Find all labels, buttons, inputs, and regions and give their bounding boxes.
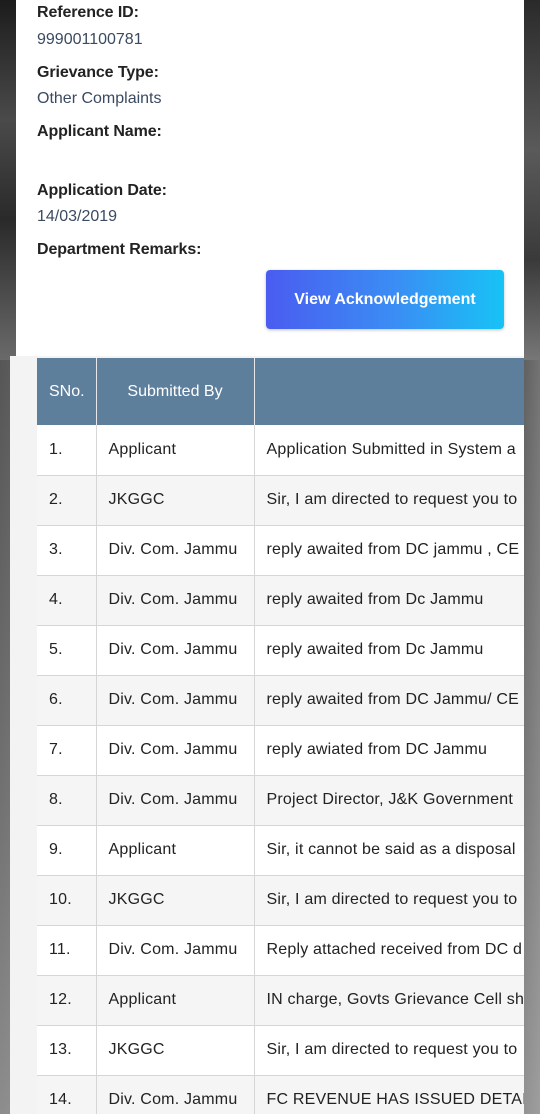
row-sno: 3.: [37, 525, 97, 576]
row-submitted-by: Div. Com. Jammu: [96, 675, 255, 726]
row-submitted-by: JKGGC: [96, 475, 255, 526]
row-sno: 11.: [37, 925, 97, 976]
row-sno: 4.: [37, 575, 97, 626]
row-remark: Sir, I am directed to request you to: [254, 1025, 524, 1076]
row-submitted-by: Div. Com. Jammu: [96, 1075, 255, 1114]
table-row: 7. Div. Com. Jammu reply awiated from DC J…: [37, 725, 524, 776]
table-header-row: SNo. Submitted By: [37, 358, 524, 425]
row-remark: reply awaited from DC Jammu/ CE: [254, 675, 524, 726]
row-sno: 13.: [37, 1025, 97, 1076]
column-header-submitted-by: Submitted By: [96, 358, 255, 425]
view-acknowledgement-button[interactable]: View Acknowledgement: [266, 270, 504, 329]
application-date-label: Application Date:: [37, 182, 167, 199]
row-remark: Application Submitted in System a: [254, 425, 524, 476]
row-sno: 1.: [37, 425, 97, 476]
row-sno: 8.: [37, 775, 97, 826]
row-remark: Sir, I am directed to request you to: [254, 875, 524, 926]
row-submitted-by: Applicant: [96, 425, 255, 476]
table-body: 1. Applicant Application Submitted in Syst…: [37, 425, 524, 1114]
history-table-container[interactable]: SNo. Submitted By 1. Applicant Application…: [10, 356, 524, 1114]
row-submitted-by: JKGGC: [96, 1025, 255, 1076]
row-submitted-by: JKGGC: [96, 875, 255, 926]
table-row: 4. Div. Com. Jammu reply awaited from Dc J…: [37, 575, 524, 626]
row-sno: 2.: [37, 475, 97, 526]
table-row: 14. Div. Com. Jammu FC REVENUE HAS ISSUED …: [37, 1075, 524, 1114]
reference-id-label: Reference ID:: [37, 4, 139, 21]
background-edge-left: [0, 0, 16, 360]
column-header-remarks: [254, 358, 524, 425]
history-table: SNo. Submitted By 1. Applicant Application…: [37, 358, 524, 1114]
table-row: 5. Div. Com. Jammu reply awaited from Dc J…: [37, 625, 524, 676]
table-row: 2. JKGGC Sir, I am directed to request you…: [37, 475, 524, 526]
grievance-details-card: Reference ID: 999001100781 Grievance Typ…: [16, 0, 524, 356]
table-row: 9. Applicant Sir, it cannot be said as a d…: [37, 825, 524, 876]
row-submitted-by: Div. Com. Jammu: [96, 775, 255, 826]
row-submitted-by: Div. Com. Jammu: [96, 575, 255, 626]
row-remark: reply awaited from Dc Jammu: [254, 625, 524, 676]
applicant-name-label: Applicant Name:: [37, 123, 162, 140]
row-sno: 6.: [37, 675, 97, 726]
row-sno: 7.: [37, 725, 97, 776]
row-remark: reply awaited from DC jammu , CE: [254, 525, 524, 576]
table-row: 11. Div. Com. Jammu Reply attached receive…: [37, 925, 524, 976]
row-remark: reply awaited from Dc Jammu: [254, 575, 524, 626]
table-row: 8. Div. Com. Jammu Project Director, J&K G…: [37, 775, 524, 826]
row-sno: 10.: [37, 875, 97, 926]
application-date-value: 14/03/2019: [37, 208, 118, 225]
table-row: 13. JKGGC Sir, I am directed to request yo…: [37, 1025, 524, 1076]
grievance-type-value: Other Complaints: [37, 90, 162, 107]
grievance-type-label: Grievance Type:: [37, 64, 159, 81]
row-submitted-by: Div. Com. Jammu: [96, 725, 255, 776]
row-remark: Reply attached received from DC d: [254, 925, 524, 976]
table-row: 6. Div. Com. Jammu reply awaited from DC J…: [37, 675, 524, 726]
row-remark: IN charge, Govts Grievance Cell sh: [254, 975, 524, 1026]
row-submitted-by: Applicant: [96, 975, 255, 1026]
row-submitted-by: Applicant: [96, 825, 255, 876]
background-edge-right: [523, 0, 540, 360]
reference-id-value: 999001100781: [37, 31, 143, 48]
row-remark: FC REVENUE HAS ISSUED DETAILE: [254, 1075, 524, 1114]
row-submitted-by: Div. Com. Jammu: [96, 625, 255, 676]
row-sno: 5.: [37, 625, 97, 676]
row-sno: 12.: [37, 975, 97, 1026]
department-remarks-label: Department Remarks:: [37, 241, 202, 258]
row-remark: Sir, it cannot be said as a disposal: [254, 825, 524, 876]
row-sno: 14.: [37, 1075, 97, 1114]
row-submitted-by: Div. Com. Jammu: [96, 925, 255, 976]
table-row: 3. Div. Com. Jammu reply awaited from DC j…: [37, 525, 524, 576]
table-row: 10. JKGGC Sir, I am directed to request yo…: [37, 875, 524, 926]
table-row: 12. Applicant IN charge, Govts Grievance C…: [37, 975, 524, 1026]
table-row: 1. Applicant Application Submitted in Syst…: [37, 425, 524, 476]
row-remark: Project Director, J&K Government: [254, 775, 524, 826]
row-remark: Sir, I am directed to request you to: [254, 475, 524, 526]
row-remark: reply awiated from DC Jammu: [254, 725, 524, 776]
column-header-sno: SNo.: [37, 358, 97, 425]
row-sno: 9.: [37, 825, 97, 876]
row-submitted-by: Div. Com. Jammu: [96, 525, 255, 576]
